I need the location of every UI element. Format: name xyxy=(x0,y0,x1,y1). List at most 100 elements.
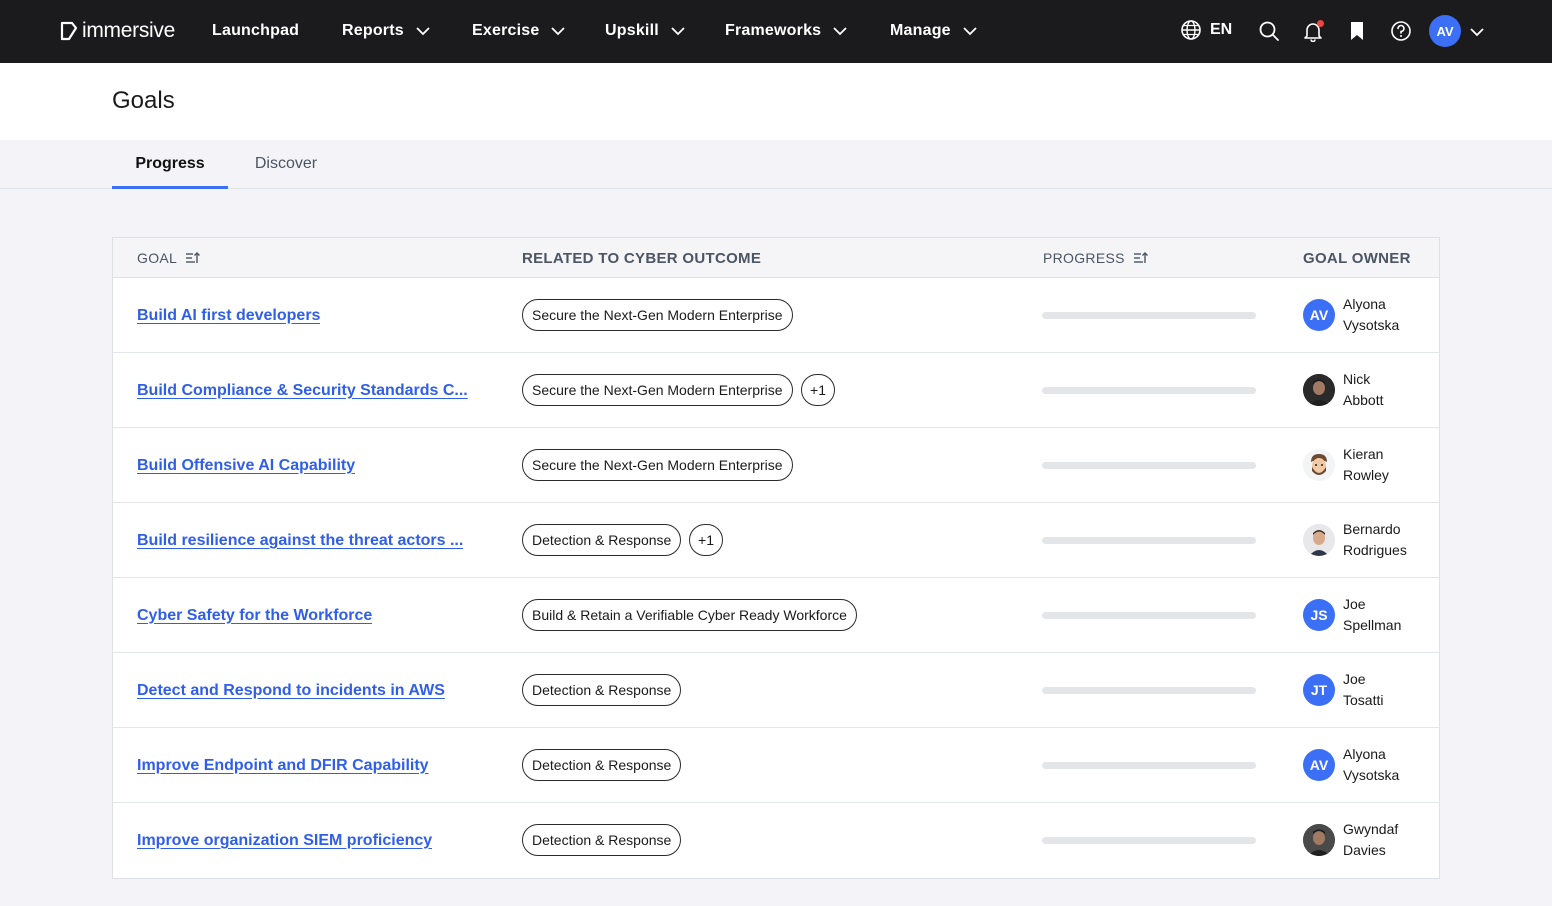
globe-icon xyxy=(1181,20,1201,40)
table-row: Improve Endpoint and DFIR Capability Dete… xyxy=(113,728,1439,803)
goals-table: Goal Related to Cyber Outcome Progress G… xyxy=(112,237,1440,879)
chevron-down-icon[interactable] xyxy=(1470,24,1484,42)
nav-label: Upskill xyxy=(605,22,659,39)
goal-link[interactable]: Build Offensive AI Capability xyxy=(137,428,355,503)
brand-name: immersive xyxy=(82,19,175,42)
more-outcomes-tag[interactable]: +1 xyxy=(689,524,723,556)
outcome-tag: Secure the Next-Gen Modern Enterprise xyxy=(522,374,793,406)
owner-last-name: Vysotska xyxy=(1343,317,1400,333)
nav-launchpad[interactable]: Launchpad xyxy=(212,20,299,42)
outcome-tag: Detection & Response xyxy=(522,749,682,781)
owner-first-name: Kieran xyxy=(1343,446,1384,462)
nav-label: Reports xyxy=(342,22,404,39)
goal-link[interactable]: Build AI first developers xyxy=(137,278,320,353)
owner-avatar: JS xyxy=(1303,599,1335,631)
table-row: Cyber Safety for the Workforce Build & Re… xyxy=(113,578,1439,653)
more-outcomes-tag[interactable]: +1 xyxy=(801,374,835,406)
owner-avatar xyxy=(1303,374,1335,406)
nav-label: Launchpad xyxy=(212,22,300,39)
column-header-owner: Goal Owner xyxy=(1303,238,1411,278)
chevron-down-icon xyxy=(551,26,566,36)
owner-name: Bernardo Rodrigues xyxy=(1343,519,1433,561)
outcome-tag: Detection & Response xyxy=(522,674,682,706)
owner-first-name: Alyona xyxy=(1343,746,1386,762)
outcome-tag: Build & Retain a Verifiable Cyber Ready … xyxy=(522,599,857,631)
active-tab-indicator xyxy=(112,186,228,189)
goal-link[interactable]: Improve organization SIEM proficiency xyxy=(137,803,432,878)
column-header-outcome: Related to Cyber Outcome xyxy=(522,238,761,278)
header-label: Related to Cyber Outcome xyxy=(522,249,762,267)
progress-bar xyxy=(1042,837,1256,844)
goal-link[interactable]: Improve Endpoint and DFIR Capability xyxy=(137,728,429,803)
owner-avatar: AV xyxy=(1303,299,1335,331)
search-icon xyxy=(1259,21,1279,41)
notifications-button[interactable] xyxy=(1301,19,1325,43)
header-label: Goal Owner xyxy=(1303,249,1411,267)
table-row: Detect and Respond to incidents in AWS De… xyxy=(113,653,1439,728)
bookmarks-button[interactable] xyxy=(1345,19,1369,43)
owner-name: Kieran Rowley xyxy=(1343,444,1433,486)
nav-manage[interactable]: Manage xyxy=(890,20,977,42)
progress-bar xyxy=(1042,462,1256,469)
chevron-down-icon xyxy=(963,26,977,36)
tab-label: Progress xyxy=(135,155,205,172)
outcome-tag: Secure the Next-Gen Modern Enterprise xyxy=(522,299,793,331)
column-header-progress[interactable]: Progress xyxy=(1043,238,1149,278)
search-button[interactable] xyxy=(1257,19,1281,43)
table-header: Goal Related to Cyber Outcome Progress G… xyxy=(113,238,1439,278)
goal-link[interactable]: Build resilience against the threat acto… xyxy=(137,503,463,578)
nav-upskill[interactable]: Upskill xyxy=(605,20,685,42)
sort-icon[interactable] xyxy=(185,251,201,265)
owner-avatar xyxy=(1303,524,1335,556)
language-label: EN xyxy=(1210,21,1233,38)
tab-discover[interactable]: Discover xyxy=(240,140,332,188)
bookmark-icon xyxy=(1351,22,1363,40)
progress-bar xyxy=(1042,312,1256,319)
owner-avatar: JT xyxy=(1303,674,1335,706)
owner-last-name: Davies xyxy=(1343,842,1386,858)
owner-avatar xyxy=(1303,824,1335,856)
goal-link[interactable]: Cyber Safety for the Workforce xyxy=(137,578,372,653)
owner-first-name: Gwyndaf xyxy=(1343,821,1399,837)
page-title: Goals xyxy=(112,87,175,114)
owner-name: Joe Tosatti xyxy=(1343,669,1433,711)
tab-bar: Progress Discover xyxy=(0,140,1552,189)
owner-name: Nick Abbott xyxy=(1343,369,1433,411)
user-avatar[interactable]: AV xyxy=(1429,15,1461,47)
table-row: Build resilience against the threat acto… xyxy=(113,503,1439,578)
goal-link[interactable]: Detect and Respond to incidents in AWS xyxy=(137,653,445,728)
immersive-logo-icon xyxy=(60,21,78,41)
owner-first-name: Joe xyxy=(1343,671,1366,687)
language-selector[interactable]: EN xyxy=(1180,19,1232,41)
help-button[interactable] xyxy=(1389,19,1413,43)
table-row: Improve organization SIEM proficiency Det… xyxy=(113,803,1439,878)
owner-avatar xyxy=(1303,449,1335,481)
table-row: Build Compliance & Security Standards C.… xyxy=(113,353,1439,428)
outcome-tag: Detection & Response xyxy=(522,824,682,856)
nav-frameworks[interactable]: Frameworks xyxy=(725,20,847,42)
owner-avatar: AV xyxy=(1303,749,1335,781)
header-label: Progress xyxy=(1043,250,1125,266)
owner-name: Alyona Vysotska xyxy=(1343,294,1433,336)
page-header: Goals xyxy=(0,63,1552,140)
chevron-down-icon xyxy=(416,26,430,36)
nav-reports[interactable]: Reports xyxy=(342,20,430,42)
chevron-down-icon xyxy=(833,26,847,36)
owner-name: Alyona Vysotska xyxy=(1343,744,1433,786)
owner-last-name: Vysotska xyxy=(1343,767,1400,783)
owner-last-name: Spellman xyxy=(1343,617,1402,633)
progress-bar xyxy=(1042,687,1256,694)
outcome-tag: Secure the Next-Gen Modern Enterprise xyxy=(522,449,793,481)
owner-name: Joe Spellman xyxy=(1343,594,1433,636)
nav-label: Frameworks xyxy=(725,22,822,39)
tab-progress[interactable]: Progress xyxy=(112,140,228,189)
nav-label: Exercise xyxy=(472,22,540,39)
owner-first-name: Alyona xyxy=(1343,296,1386,312)
header-label: Goal xyxy=(137,250,178,266)
sort-icon[interactable] xyxy=(1133,251,1149,265)
owner-first-name: Bernardo xyxy=(1343,521,1401,537)
goal-link[interactable]: Build Compliance & Security Standards C.… xyxy=(137,353,468,428)
immersive-logo[interactable]: immersive xyxy=(60,19,175,43)
column-header-goal[interactable]: Goal xyxy=(137,238,201,278)
nav-exercise[interactable]: Exercise xyxy=(472,20,566,42)
